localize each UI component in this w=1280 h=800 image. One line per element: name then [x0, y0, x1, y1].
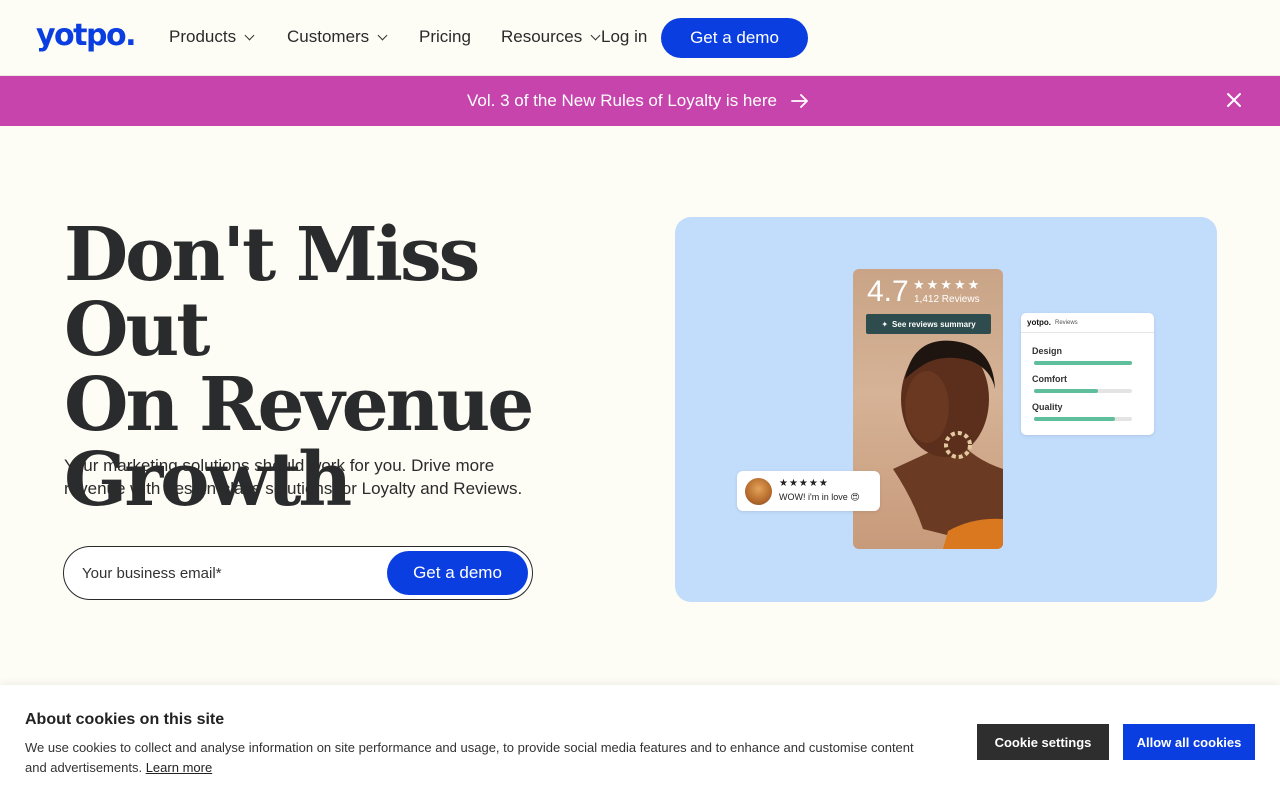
- chevron-down-icon: [590, 30, 601, 40]
- reviews-card-label: Reviews: [1055, 319, 1078, 326]
- design-bar: [1034, 361, 1132, 365]
- avatar: [745, 478, 772, 505]
- yotpo-logo: yotpo.: [1027, 318, 1051, 327]
- summary-button-label: See reviews summary: [892, 319, 976, 329]
- banner-link[interactable]: Vol. 3 of the New Rules of Loyalty is he…: [467, 91, 809, 111]
- quality-bar: [1034, 417, 1132, 421]
- hero-subtitle: Your marketing solutions should work for…: [64, 456, 523, 498]
- rating-value: 4.7: [867, 275, 909, 308]
- hero-title-line: Don't Miss Out: [64, 212, 480, 373]
- comfort-bar: [1034, 389, 1132, 393]
- nav-products-label: Products: [169, 27, 237, 46]
- banner-text: Vol. 3 of the New Rules of Loyalty is he…: [467, 91, 777, 110]
- review-count: 1,412 Reviews: [914, 294, 980, 305]
- learn-more-link[interactable]: Learn more: [146, 760, 212, 775]
- hero-image-card: 4.7 ★★★★★ 1,412 Reviews ✦ See reviews su…: [675, 217, 1217, 602]
- review-stars: ★★★★★: [779, 478, 829, 489]
- hero-title-line: On Revenue: [64, 362, 534, 448]
- comfort-label: Comfort: [1032, 374, 1067, 384]
- email-signup-form: Get a demo: [63, 546, 533, 600]
- sparkle-icon: ✦: [881, 319, 889, 329]
- yotpo-logo[interactable]: yotpo.: [36, 18, 137, 53]
- nav-pricing-label: Pricing: [419, 27, 471, 46]
- cookie-settings-button[interactable]: Cookie settings: [977, 724, 1109, 760]
- close-icon[interactable]: [1224, 90, 1244, 110]
- review-text: WOW! i'm in love 😍: [779, 492, 860, 502]
- promo-banner: Vol. 3 of the New Rules of Loyalty is he…: [0, 76, 1280, 126]
- reviews-card-header: yotpo. Reviews: [1021, 313, 1154, 333]
- site-header: yotpo. Products Customers Pricing Resour…: [0, 0, 1280, 76]
- cookie-description: We use cookies to collect and analyse in…: [25, 738, 935, 778]
- nav-customers-label: Customers: [287, 27, 370, 46]
- design-label: Design: [1032, 346, 1063, 356]
- design-fill: [1034, 361, 1132, 365]
- nav-resources[interactable]: Resources: [501, 27, 601, 47]
- nav-products[interactable]: Products: [169, 27, 255, 47]
- quality-fill: [1034, 417, 1116, 421]
- see-reviews-summary-button[interactable]: ✦ See reviews summary: [866, 314, 991, 334]
- cookie-consent-bar: About cookies on this site We use cookie…: [0, 685, 1280, 800]
- review-snippet: ★★★★★ WOW! i'm in love 😍: [737, 471, 880, 511]
- quality-label: Quality: [1032, 402, 1063, 412]
- rating-stars: ★★★★★: [913, 277, 982, 292]
- chevron-down-icon: [244, 30, 255, 40]
- hero-demo-button[interactable]: Get a demo: [387, 551, 528, 595]
- nav-pricing[interactable]: Pricing: [419, 27, 471, 47]
- nav-customers[interactable]: Customers: [287, 27, 388, 47]
- login-link[interactable]: Log in: [601, 27, 647, 47]
- comfort-fill: [1034, 389, 1098, 393]
- cookie-title: About cookies on this site: [25, 711, 225, 728]
- reviews-breakdown-card: yotpo. Reviews Design Comfort Quality: [1021, 313, 1154, 435]
- nav-resources-label: Resources: [501, 27, 583, 46]
- allow-all-cookies-button[interactable]: Allow all cookies: [1123, 724, 1255, 760]
- header-demo-button[interactable]: Get a demo: [661, 18, 808, 58]
- arrow-right-icon: [791, 94, 808, 108]
- chevron-down-icon: [377, 30, 388, 40]
- business-email-input[interactable]: [82, 559, 382, 587]
